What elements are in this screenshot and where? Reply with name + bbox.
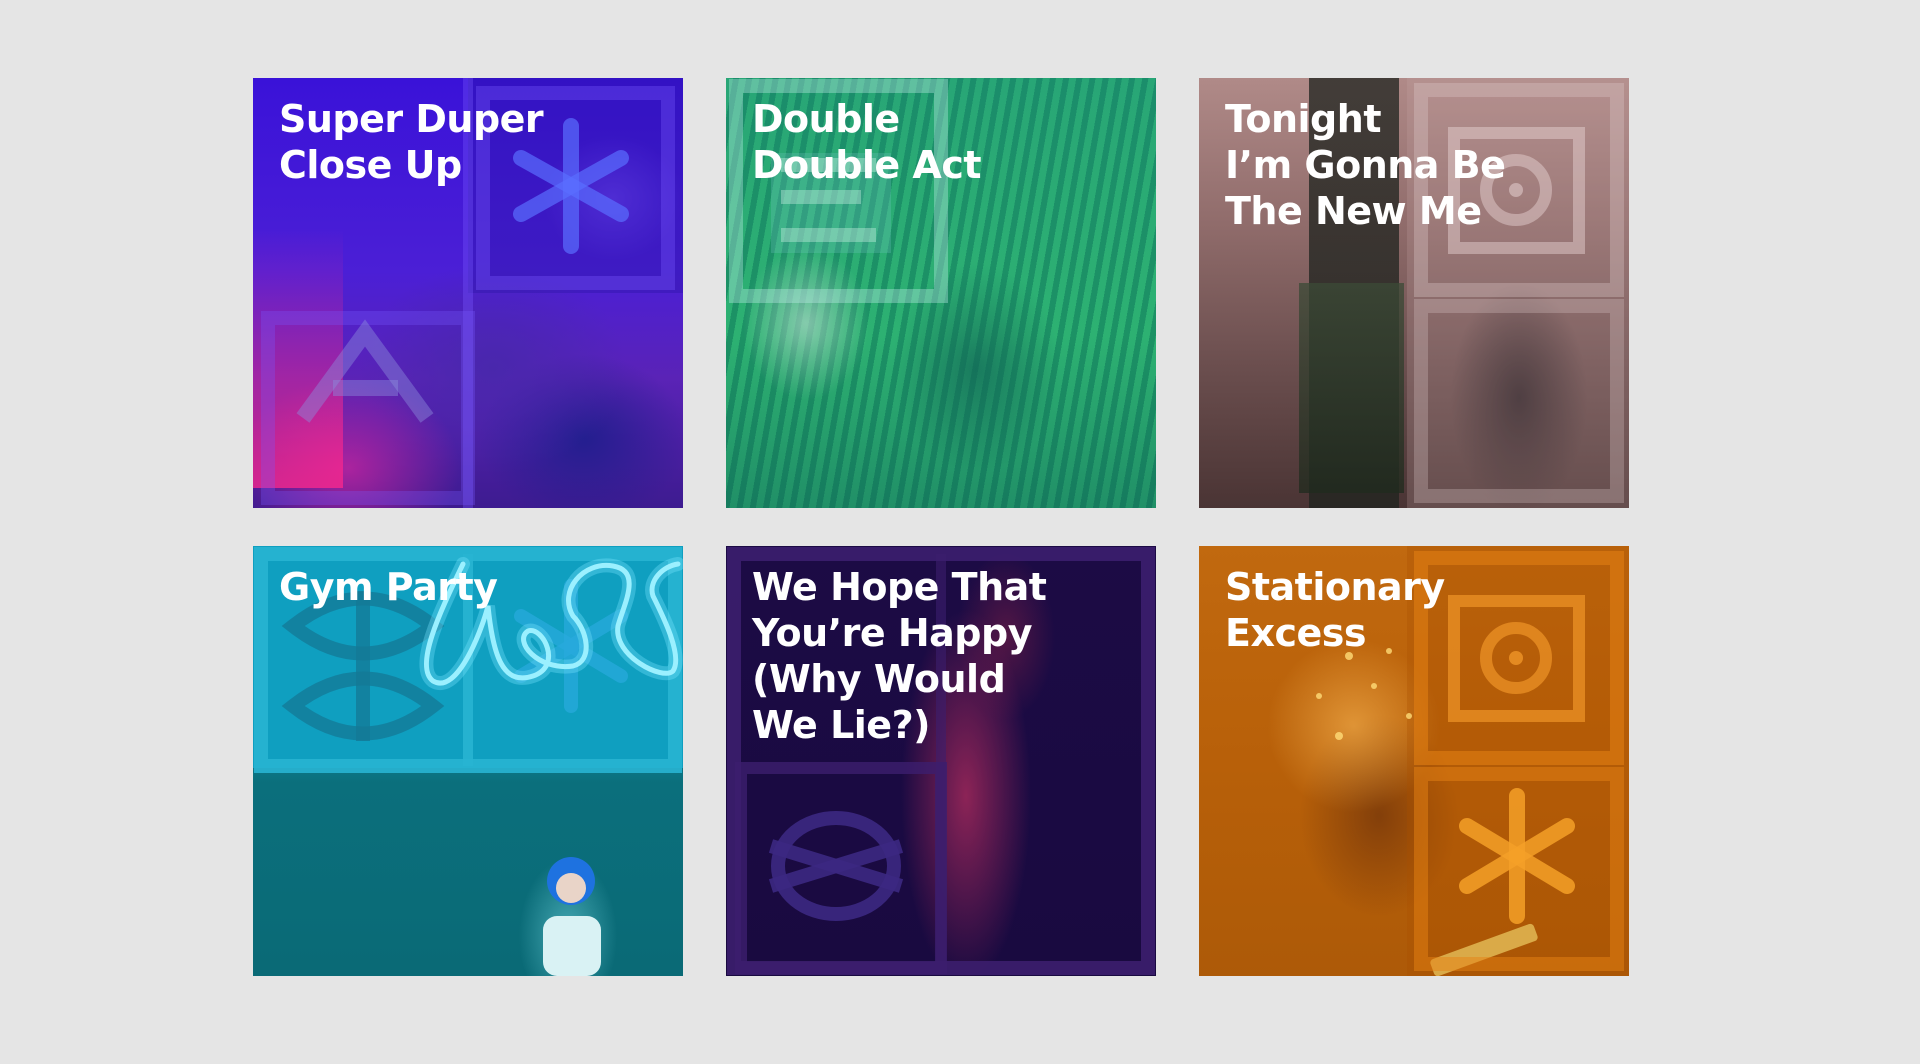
show-tile-gym-party[interactable]: Gym Party <box>253 546 683 976</box>
show-title: Double Double Act <box>752 97 982 187</box>
show-title: We Hope That You’re Happy (Why Would We … <box>752 565 1047 747</box>
show-title: Super Duper Close Up <box>279 97 544 187</box>
show-title: Gym Party <box>279 565 498 609</box>
show-title: Tonight I’m Gonna Be The New Me <box>1225 97 1506 233</box>
show-tile-we-hope-that-youre-happy[interactable]: We Hope That You’re Happy (Why Would We … <box>726 546 1156 976</box>
eye-symbol-icon <box>281 591 445 741</box>
crossed-circle-icon <box>768 811 904 921</box>
performer-figure <box>543 857 601 976</box>
triangle-a-icon <box>296 319 434 423</box>
show-tile-tonight-im-gonna-be-the-new-me[interactable]: Tonight I’m Gonna Be The New Me <box>1199 78 1629 508</box>
grid-motif <box>254 547 683 976</box>
show-tile-super-duper-close-up[interactable]: Super Duper Close Up <box>253 78 683 508</box>
show-grid: Super Duper Close Up Double Double Act T… <box>253 78 1630 976</box>
show-tile-stationary-excess[interactable]: Stationary Excess <box>1199 546 1629 976</box>
show-title: Stationary Excess <box>1225 565 1445 655</box>
sparkles <box>1316 648 1412 740</box>
show-tile-double-double-act[interactable]: Double Double Act <box>726 78 1156 508</box>
